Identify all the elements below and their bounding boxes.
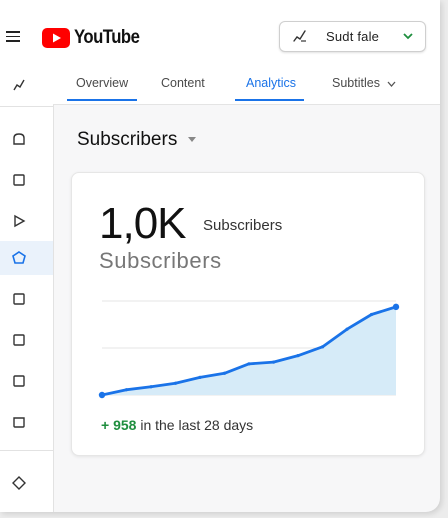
tab-analytics-underline: [235, 99, 304, 101]
channel-selector[interactable]: Sudt fale: [279, 21, 426, 52]
tab-subtitles-label: Subtitles: [332, 76, 380, 90]
sidebar-item-customization[interactable]: [0, 466, 53, 500]
tab-overview[interactable]: Overview: [76, 76, 128, 90]
subscriber-delta: + 958 in the last 28 days: [101, 417, 253, 433]
sidebar-item-earn[interactable]: [0, 405, 53, 439]
sidebar-item-analytics[interactable]: [0, 241, 53, 275]
studio-window: YouTube Sudt fale Overview Content Analy…: [0, 0, 440, 512]
subscriber-count-unit: Subscribers: [203, 217, 283, 234]
chevron-down-icon: [403, 33, 413, 40]
sidebar-item-copyright[interactable]: [0, 364, 53, 398]
tab-overview-underline: [67, 99, 137, 101]
chart-data-point: [173, 381, 178, 385]
chart-data-point: [124, 388, 129, 392]
subscriber-count: 1,0K: [99, 199, 187, 248]
sidebar: [0, 66, 54, 512]
sidebar-item-content[interactable]: [0, 163, 53, 197]
tab-bar: Overview Content Analytics Subtitles: [53, 66, 440, 105]
metric-label: Subscribers: [99, 248, 222, 273]
menu-icon[interactable]: [6, 31, 20, 42]
chart-data-point: [198, 375, 202, 379]
sidebar-item-playlists[interactable]: [0, 204, 53, 238]
comments-icon: [13, 293, 25, 305]
subtitles-icon: [13, 334, 25, 346]
chart-data-point: [149, 385, 153, 389]
tab-subtitles[interactable]: Subtitles: [332, 76, 396, 90]
diamond-icon: [12, 476, 26, 490]
channel-selector-label: Sudt fale: [326, 29, 380, 44]
play-icon: [14, 214, 26, 228]
sidebar-item-edit[interactable]: [0, 68, 53, 102]
sidebar-item-dashboard[interactable]: [0, 122, 53, 156]
chart-data-point: [247, 362, 251, 366]
sidebar-item-subtitles[interactable]: [0, 323, 53, 357]
subscribers-chart: [98, 300, 400, 399]
delta-value: 958: [113, 417, 137, 433]
chart-area: [102, 306, 396, 395]
earn-icon: [13, 417, 25, 428]
section-title[interactable]: Subscribers: [77, 129, 177, 151]
content-icon: [13, 174, 25, 186]
chart-data-point: [369, 312, 374, 317]
delta-sign: +: [101, 417, 110, 433]
chart-data-point: [392, 303, 400, 311]
tab-analytics[interactable]: Analytics: [246, 76, 296, 90]
chart-data-point: [296, 354, 300, 358]
chart-data-point: [98, 391, 106, 399]
copyright-icon: [13, 375, 25, 387]
home-icon: [13, 133, 25, 145]
chart-data-point: [222, 371, 227, 375]
sidebar-item-comments[interactable]: [0, 282, 53, 316]
chart-data-point: [271, 360, 276, 364]
pen-icon: [293, 30, 306, 42]
chevron-down-icon: [387, 81, 396, 87]
caret-down-icon[interactable]: [187, 136, 197, 143]
chart-data-point: [345, 327, 349, 331]
youtube-wordmark[interactable]: YouTube: [74, 27, 140, 49]
subscribers-card: 1,0K Subscribers Subscribers + 958 in th…: [71, 172, 425, 456]
delta-text: in the last 28 days: [140, 417, 254, 433]
edit-icon: [13, 79, 25, 91]
top-bar: YouTube Sudt fale: [0, 0, 440, 67]
analytics-icon: [12, 251, 26, 264]
tab-content[interactable]: Content: [161, 76, 205, 90]
chart-data-point: [320, 345, 325, 349]
youtube-logo-icon[interactable]: [42, 28, 70, 48]
